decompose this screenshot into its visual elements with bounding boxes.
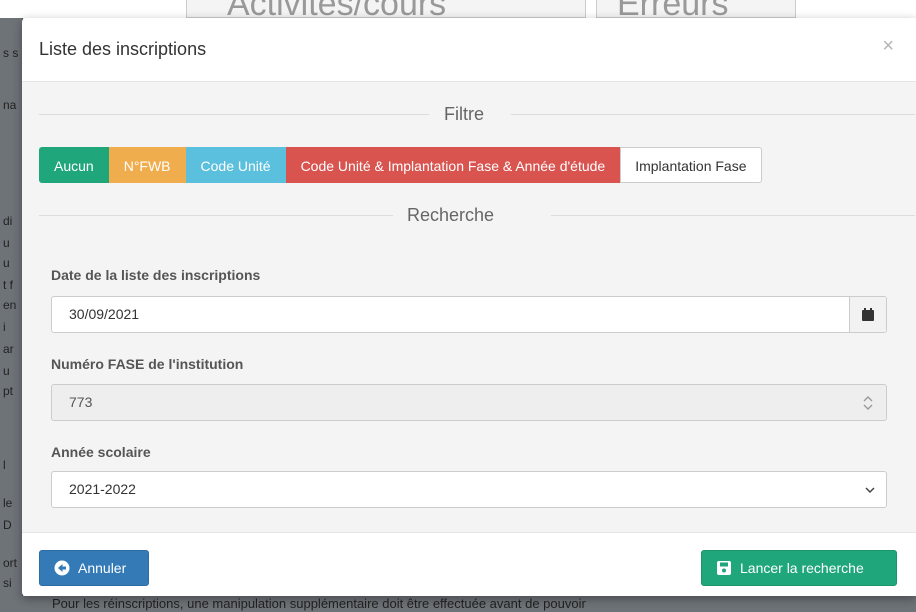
background-footer: Pour les réinscriptions, une manipulatio… bbox=[0, 596, 916, 612]
modal-dialog: Liste des inscriptions × Filtre Aucun N°… bbox=[22, 18, 916, 596]
launch-search-button-label: Lancer la recherche bbox=[740, 560, 864, 576]
filter-section-heading: Filtre bbox=[39, 102, 915, 126]
background-text-fragment: l bbox=[3, 458, 6, 472]
date-label: Date de la liste des inscriptions bbox=[51, 267, 261, 283]
floppy-disk-icon bbox=[717, 561, 731, 575]
fase-number-input: 773 bbox=[51, 384, 887, 421]
date-value: 30/09/2021 bbox=[69, 306, 140, 322]
background-text-fragment: s s bbox=[3, 46, 19, 60]
spinner-arrows-icon bbox=[863, 396, 873, 410]
filter-implantation-fase-button[interactable]: Implantation Fase bbox=[620, 147, 762, 183]
background-left-column: s s na di u u t f en i ar u pt l le D or… bbox=[0, 18, 23, 612]
background-text-fragment: si bbox=[3, 576, 12, 590]
background-text-fragment: di bbox=[3, 214, 13, 228]
background-tab-errors: Erreurs bbox=[596, 0, 796, 18]
chevron-down-icon bbox=[865, 487, 875, 494]
modal-body: Filtre Aucun N°FWB Code Unité Code Unité… bbox=[22, 82, 916, 532]
background-text-fragment: u bbox=[3, 364, 10, 378]
school-year-label: Année scolaire bbox=[51, 444, 151, 460]
background-text-fragment: ar bbox=[3, 342, 14, 356]
launch-search-button[interactable]: Lancer la recherche bbox=[701, 550, 897, 586]
divider bbox=[511, 114, 915, 115]
background-text-fragment: u bbox=[3, 256, 10, 270]
background-text-fragment: na bbox=[3, 98, 17, 112]
background-text-fragment: en bbox=[3, 298, 17, 312]
background-text-fragment: u bbox=[3, 236, 10, 250]
background-text-fragment: t f bbox=[3, 278, 14, 292]
fase-value: 773 bbox=[69, 394, 93, 410]
background-text-fragment: le bbox=[3, 496, 13, 510]
modal-header: Liste des inscriptions × bbox=[22, 18, 916, 82]
cancel-button[interactable]: Annuler bbox=[39, 550, 149, 586]
date-input[interactable]: 30/09/2021 bbox=[51, 296, 887, 333]
cancel-button-label: Annuler bbox=[78, 560, 127, 576]
filter-none-button[interactable]: Aucun bbox=[39, 147, 109, 183]
filter-button-group: Aucun N°FWB Code Unité Code Unité & Impl… bbox=[39, 147, 762, 183]
divider bbox=[39, 215, 393, 216]
filter-code-unit-button[interactable]: Code Unité bbox=[185, 147, 286, 183]
search-section-heading: Recherche bbox=[39, 203, 915, 227]
school-year-value: 2021-2022 bbox=[69, 481, 136, 497]
calendar-icon[interactable] bbox=[849, 297, 886, 332]
divider bbox=[551, 215, 915, 216]
background-text-fragment: pt bbox=[3, 384, 14, 398]
close-icon[interactable]: × bbox=[882, 36, 894, 56]
filter-heading: Filtre bbox=[444, 104, 484, 124]
background-tab-activities: Activités/cours bbox=[186, 0, 586, 18]
filter-fwb-button[interactable]: N°FWB bbox=[108, 147, 186, 183]
filter-code-unit-implantation-year-button[interactable]: Code Unité & Implantation Fase & Année d… bbox=[285, 147, 621, 183]
modal-title: Liste des inscriptions bbox=[39, 39, 207, 59]
background-text-fragment: ort bbox=[3, 556, 18, 570]
background-text-fragment: D bbox=[3, 518, 12, 532]
divider bbox=[39, 114, 429, 115]
arrow-circle-left-icon bbox=[54, 560, 70, 576]
background-text-fragment: i bbox=[3, 320, 6, 334]
search-heading: Recherche bbox=[407, 205, 495, 225]
modal-footer: Annuler Lancer la recherche bbox=[22, 532, 916, 596]
background-bottom-text: Pour les réinscriptions, une manipulatio… bbox=[52, 596, 586, 611]
school-year-select[interactable]: 2021-2022 bbox=[51, 471, 887, 508]
fase-label: Numéro FASE de l'institution bbox=[51, 356, 244, 372]
